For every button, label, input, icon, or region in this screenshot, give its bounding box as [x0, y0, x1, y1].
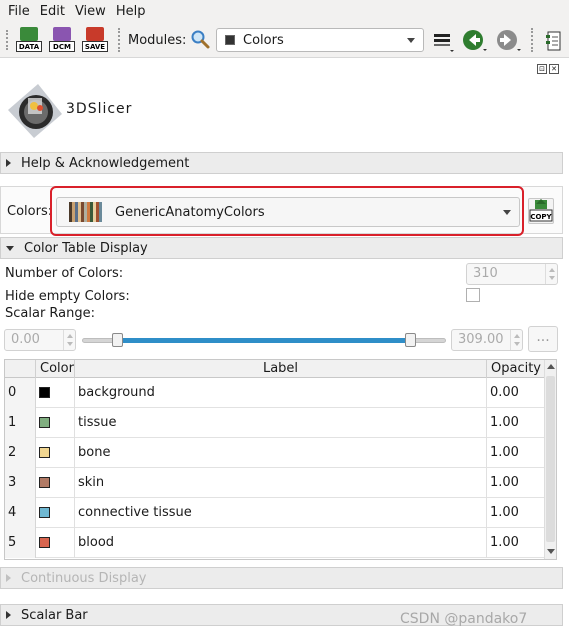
python-console-icon[interactable] [545, 30, 565, 52]
scalar-range-label: Scalar Range: [5, 306, 96, 321]
table-row[interactable]: 5 blood 1.00 [5, 528, 545, 558]
load-data-button[interactable]: DATA [16, 27, 42, 54]
number-of-colors-spinbox[interactable]: 310 [466, 263, 558, 285]
table-row[interactable]: 1 tissue 1.00 [5, 408, 545, 438]
expand-arrow-icon [6, 159, 11, 167]
table-header: Color Label Opacity [5, 360, 545, 378]
table-row[interactable]: 0 background 0.00 [5, 378, 545, 408]
column-header-color[interactable]: Color [36, 360, 75, 378]
color-swatch[interactable] [39, 537, 50, 548]
scrollbar-thumb[interactable] [546, 376, 555, 542]
watermark-text: CSDN @pandako7 [400, 611, 528, 627]
modules-label: Modules: [128, 33, 187, 48]
layout-dropdown-icon[interactable] [433, 31, 454, 52]
continuous-display-section-header: Continuous Display [0, 567, 563, 589]
save-button[interactable]: SAVE [82, 27, 108, 54]
menu-bar: File Edit View Help [0, 0, 569, 22]
colors-label: Colors: [7, 204, 53, 219]
close-panel-icon[interactable]: ✕ [549, 64, 559, 74]
range-min-spinbox[interactable]: 0.00 [4, 329, 76, 351]
color-table: Color Label Opacity 0 background 0.00 1 … [4, 359, 557, 560]
copy-color-table-button[interactable]: COPY [528, 198, 554, 224]
range-max-handle[interactable] [405, 333, 416, 347]
menu-help[interactable]: Help [116, 4, 146, 19]
column-header-index[interactable] [5, 360, 36, 378]
save-icon [86, 27, 104, 41]
hide-empty-colors-checkbox[interactable] [466, 288, 480, 302]
module-selector[interactable]: Colors [216, 28, 424, 52]
back-arrow-icon[interactable] [462, 29, 487, 53]
table-scrollbar[interactable] [544, 360, 556, 559]
table-row[interactable]: 2 bone 1.00 [5, 438, 545, 468]
forward-arrow-icon[interactable] [496, 29, 521, 53]
number-of-colors-label: Number of Colors: [5, 266, 124, 281]
expand-arrow-icon [6, 574, 11, 582]
color-table-section-header[interactable]: Color Table Display [0, 237, 563, 259]
slicer-logo [4, 80, 64, 142]
hide-empty-colors-label: Hide empty Colors: [5, 289, 130, 304]
scroll-up-icon[interactable] [547, 364, 555, 369]
menu-view[interactable]: View [75, 4, 106, 19]
color-swatch[interactable] [39, 417, 50, 428]
column-header-label[interactable]: Label [75, 360, 487, 378]
menu-edit[interactable]: Edit [40, 4, 65, 19]
scroll-down-icon[interactable] [547, 549, 555, 554]
load-data-icon [20, 27, 38, 41]
more-options-button[interactable]: ... [528, 326, 558, 352]
menu-file[interactable]: File [8, 4, 30, 19]
highlight-box [50, 186, 524, 236]
toolbar-separator-2 [531, 28, 534, 52]
dicom-button[interactable]: DCM [49, 27, 75, 54]
range-min-handle[interactable] [112, 333, 123, 347]
collapse-arrow-icon [6, 245, 14, 251]
float-panel-icon[interactable]: ⊡ [537, 64, 547, 74]
colors-module-icon [225, 35, 235, 45]
module-selector-value: Colors [243, 32, 284, 48]
panel-window-buttons: ⊡ ✕ [537, 64, 559, 74]
svg-text:COPY: COPY [530, 213, 552, 221]
table-row[interactable]: 3 skin 1.00 [5, 468, 545, 498]
toolbar-separator [118, 28, 121, 52]
range-max-spinbox[interactable]: 309.00 [451, 329, 523, 351]
help-section-header[interactable]: Help & Acknowledgement [0, 152, 563, 174]
table-row[interactable]: 4 connective tissue 1.00 [5, 498, 545, 528]
toolbar-grip[interactable] [6, 30, 9, 50]
color-swatch[interactable] [39, 387, 50, 398]
app-logo-text: 3DSlicer [66, 101, 133, 117]
chevron-down-icon [407, 38, 415, 43]
column-header-opacity[interactable]: Opacity [487, 360, 545, 378]
color-swatch[interactable] [39, 477, 50, 488]
module-search-icon[interactable] [189, 28, 211, 50]
color-swatch[interactable] [39, 507, 50, 518]
scalar-range-fill [117, 338, 411, 343]
dicom-icon [53, 27, 71, 41]
expand-arrow-icon [6, 611, 11, 619]
color-swatch[interactable] [39, 447, 50, 458]
